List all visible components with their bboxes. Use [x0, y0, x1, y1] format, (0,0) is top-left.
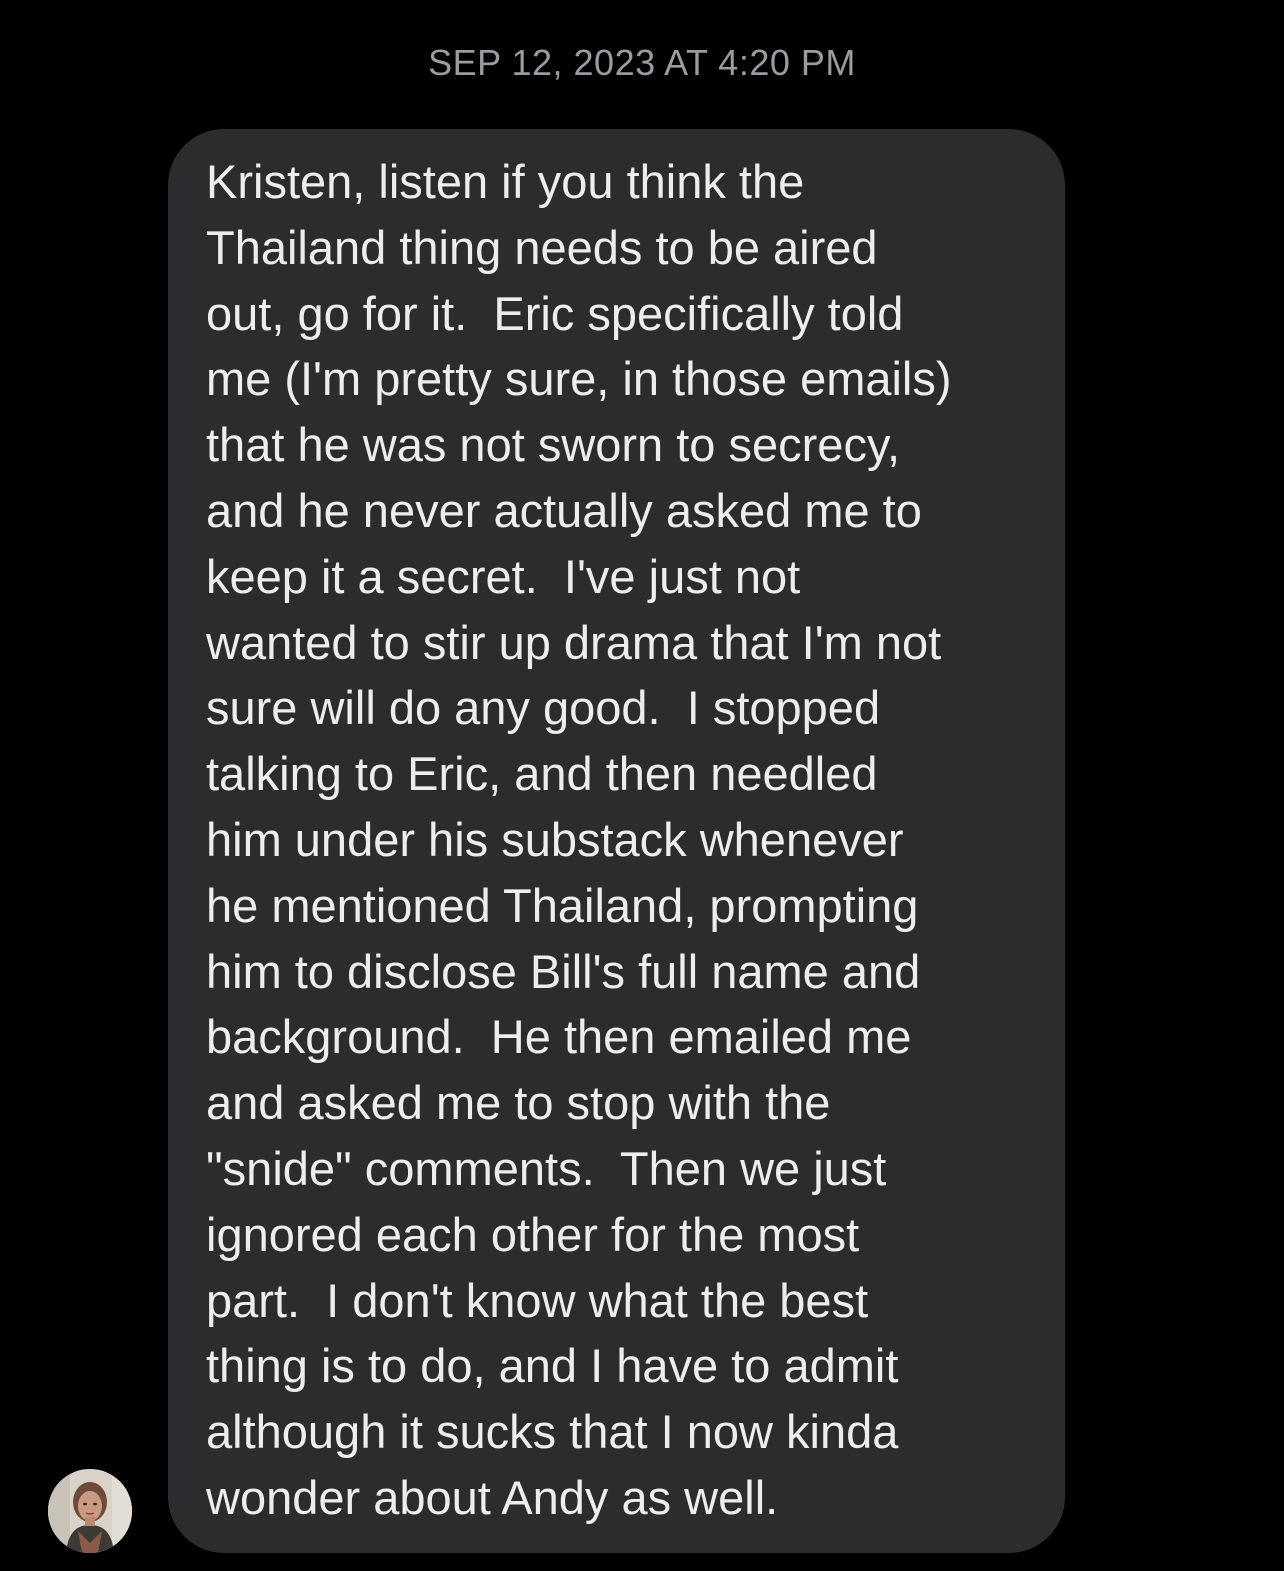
message-line: sure will do any good. I stopped: [206, 681, 881, 735]
message-line: wanted to stir up drama that I'm not: [206, 615, 942, 669]
message-line: me (I'm pretty sure, in those emails): [206, 352, 952, 406]
message-line: he mentioned Thailand, prompting: [206, 878, 919, 932]
message-line: although it sucks that I now kinda: [206, 1405, 899, 1459]
message-line: part. I don't know what the best: [206, 1273, 869, 1327]
message-line: out, go for it. Eric specifically told: [206, 286, 904, 340]
person-photo-icon: [48, 1469, 132, 1553]
sender-avatar[interactable]: [48, 1469, 132, 1553]
message-line: keep it a secret. I've just not: [206, 549, 801, 603]
message-line: that he was not sworn to secrecy,: [206, 418, 901, 472]
message-line: Kristen, listen if you think the: [206, 155, 805, 208]
message-line: thing is to do, and I have to admit: [206, 1339, 899, 1393]
message-line: him under his substack whenever: [206, 812, 904, 866]
message-line: wonder about Andy as well.: [206, 1470, 779, 1524]
message-line: Thailand thing needs to be aired: [206, 220, 878, 274]
message-line: ignored each other for the most: [206, 1207, 860, 1261]
message-line: talking to Eric, and then needled: [206, 747, 878, 801]
received-message-bubble[interactable]: Kristen, listen if you think the Thailan…: [168, 129, 1065, 1553]
message-line: "snide" comments. Then we just: [206, 1141, 887, 1195]
message-line: background. He then emailed me: [206, 1010, 912, 1064]
message-timestamp: SEP 12, 2023 AT 4:20 PM: [428, 42, 856, 83]
message-line: and asked me to stop with the: [206, 1076, 831, 1130]
message-line: him to disclose Bill's full name and: [206, 944, 921, 998]
message-line: and he never actually asked me to: [206, 483, 922, 537]
